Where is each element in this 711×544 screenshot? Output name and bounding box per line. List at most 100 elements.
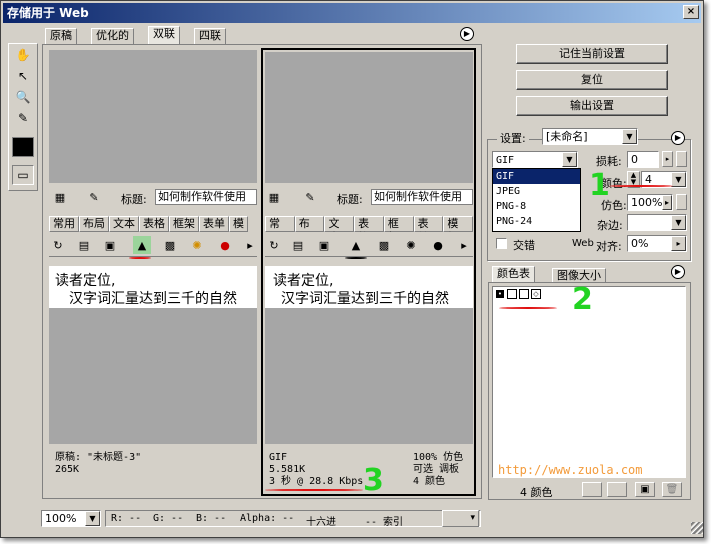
flash-icon: ✺ xyxy=(192,238,202,252)
image-icon: ▲ xyxy=(351,238,361,252)
flash-icon: ✺ xyxy=(406,238,416,252)
status-index: -- 索引 xyxy=(365,517,404,528)
left-icon-row: ↻ ▤ ▣ ▲ ▩ ✺ ● ▸ xyxy=(49,233,257,257)
shockwave-icon: ● xyxy=(220,238,230,252)
new-color-icon[interactable]: ▣ xyxy=(635,482,655,497)
right-title-bar: ▦ ✎ 标题: 如何制作软件使用 xyxy=(265,187,473,207)
left-preview-gray-lower xyxy=(49,308,257,444)
layer-icon: ▣ xyxy=(318,238,330,252)
tab-optimized[interactable]: 优化的 xyxy=(91,28,134,44)
remember-settings-button[interactable]: 记住当前设置 xyxy=(516,44,668,64)
tag-icon: ▦ xyxy=(268,190,280,204)
lock-color-icon[interactable] xyxy=(607,482,627,497)
chevron-down-icon: ▼ xyxy=(85,511,100,526)
map-color-icon[interactable] xyxy=(582,482,602,497)
right-tab: 模板 xyxy=(443,216,473,232)
format-option-png24[interactable]: PNG-24 xyxy=(493,214,580,229)
close-button[interactable]: × xyxy=(683,5,699,19)
format-option-gif[interactable]: GIF xyxy=(493,169,580,184)
status-hex: 十六进 xyxy=(306,517,336,528)
left-tab: 模 xyxy=(229,216,248,232)
tab-image-size[interactable]: 图像大小 xyxy=(552,268,606,282)
web-snap-input[interactable]: 0% ▸ xyxy=(627,235,687,252)
right-info-palette: 可选 调板 xyxy=(413,464,460,475)
left-tab: 常用 xyxy=(49,216,79,232)
hand-tool-icon[interactable]: ✋ xyxy=(12,45,34,65)
left-tab: 表单 xyxy=(199,216,229,232)
save-for-web-window: 存储用于 Web × ✋ ↖ 🔍 ✎ ▭ 原稿 优化的 双联 四联 ▶ ▦ ✎ … xyxy=(0,0,704,538)
color-count: 4 颜色 xyxy=(520,486,553,499)
interlace-checkbox[interactable] xyxy=(496,238,507,249)
zoom-select[interactable]: 100% ▼ xyxy=(41,510,101,527)
preview-menu-icon[interactable]: ▶ xyxy=(460,27,474,41)
right-insert-tabs: 常用 布局 文本 表格 框架 表单 模板 xyxy=(265,216,473,232)
format-value: GIF xyxy=(496,155,515,166)
format-select[interactable]: GIF ▼ xyxy=(492,151,578,168)
status-r: R: -- xyxy=(111,513,142,524)
matte-select[interactable]: ▼ xyxy=(627,214,687,231)
tab-2-up[interactable]: 双联 xyxy=(148,26,180,44)
left-insert-tabs: 常用 布局 文本 表格 框架 表单 模 xyxy=(49,216,257,232)
left-doc-line2: 汉字词汇量达到三千的自然 xyxy=(69,291,237,307)
format-option-jpeg[interactable]: JPEG xyxy=(493,184,580,199)
reset-button[interactable]: 复位 xyxy=(516,70,668,90)
right-icon-row: ↻ ▤ ▣ ▲ ▩ ✺ ● ▸ xyxy=(265,233,473,257)
right-info-time: 3 秒 @ 28.8 Kbps xyxy=(269,476,364,487)
slice-select-tool-icon[interactable]: ↖ xyxy=(12,66,34,86)
right-info-dither: 100% 仿色 xyxy=(413,452,464,463)
loss-mask-icon[interactable] xyxy=(676,151,687,167)
chevron-right-icon: ▸ xyxy=(671,236,686,251)
left-tab: 框架 xyxy=(169,216,199,232)
loss-input[interactable]: 0 xyxy=(627,151,659,168)
chevron-down-icon: ▼ xyxy=(622,129,637,144)
web-snap-value: 0% xyxy=(631,237,649,250)
zoom-tool-icon[interactable]: 🔍 xyxy=(12,87,34,107)
left-tab: 布局 xyxy=(79,216,109,232)
left-title-bar: ▦ ✎ 标题: 如何制作软件使用 xyxy=(49,187,257,207)
right-tab: 文本 xyxy=(324,216,355,232)
annotation-2: 2 xyxy=(572,282,593,317)
image-icon: ▲ xyxy=(133,236,151,254)
tab-original[interactable]: 原稿 xyxy=(45,28,77,44)
more-icon: ▸ xyxy=(247,238,253,252)
web-label: Web xyxy=(572,238,594,249)
dither-input[interactable]: 100% ▸ xyxy=(627,194,673,211)
watermark-url: http://www.zuola.com xyxy=(498,463,643,477)
trash-icon[interactable]: 🗑 xyxy=(662,482,682,497)
loss-arrow-icon[interactable]: ▸ xyxy=(662,151,673,167)
dither-mask-icon[interactable] xyxy=(676,194,687,210)
format-option-png8[interactable]: PNG-8 xyxy=(493,199,580,214)
color-swatch-black[interactable]: • xyxy=(495,289,505,299)
status-b: B: -- xyxy=(196,513,227,524)
annotation-underline-3 xyxy=(265,489,363,491)
annotation-underline-1 xyxy=(609,185,673,187)
right-tab: 表单 xyxy=(413,216,444,232)
chevron-down-icon: ▼ xyxy=(671,172,686,187)
color-table-menu-icon[interactable]: ▶ xyxy=(671,265,685,279)
right-title-field: 如何制作软件使用 xyxy=(371,189,473,205)
tag-icon: ▦ xyxy=(54,190,66,204)
shockwave-icon: ● xyxy=(433,238,443,252)
right-info-size: 5.581K xyxy=(269,464,306,475)
format-dropdown-list: GIF JPEG PNG-8 PNG-24 xyxy=(492,168,581,232)
settings-menu-icon[interactable]: ▶ xyxy=(671,131,685,145)
output-settings-button[interactable]: 输出设置 xyxy=(516,96,668,116)
settings-preset-value: [未命名] xyxy=(546,130,588,143)
table-icon: ▤ xyxy=(78,238,90,252)
color-swatch-white-3[interactable]: ◇ xyxy=(531,289,541,299)
annotation-1: 1 xyxy=(589,168,610,203)
browser-preview-button[interactable]: ▾ xyxy=(442,510,479,527)
status-alpha: Alpha: -- xyxy=(240,513,295,524)
color-swatch-white-1[interactable] xyxy=(507,289,517,299)
right-info-colors: 4 颜色 xyxy=(413,476,446,487)
left-tab: 文本 xyxy=(109,216,139,232)
color-swatch-white-2[interactable] xyxy=(519,289,529,299)
left-info-name: 原稿: "未标题-3" xyxy=(55,452,142,463)
right-title-label: 标题: xyxy=(337,193,363,206)
settings-preset-select[interactable]: [未命名] ▼ xyxy=(542,128,638,145)
toggle-slices-icon[interactable]: ▭ xyxy=(12,165,34,185)
eyedropper-tool-icon[interactable]: ✎ xyxy=(12,108,34,128)
eyedropper-color-swatch[interactable] xyxy=(12,137,34,157)
tab-4-up[interactable]: 四联 xyxy=(194,28,226,44)
resize-grip-icon[interactable] xyxy=(691,522,703,534)
